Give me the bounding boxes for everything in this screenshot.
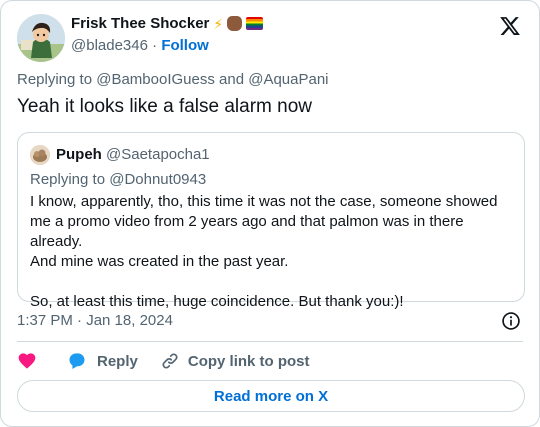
copy-link-label: Copy link to post — [187, 352, 310, 370]
copy-link-button[interactable]: Copy link to post — [160, 351, 310, 371]
quoted-handle: @Saetapocha1 — [106, 146, 210, 163]
read-more-button[interactable]: Read more on X — [17, 380, 525, 412]
heart-icon[interactable] — [17, 351, 37, 371]
reply-bubble-icon — [69, 353, 85, 369]
author-avatar-image — [17, 14, 65, 62]
quoted-author-avatar — [30, 145, 50, 165]
quoted-name-row: Pupeh @Saetapocha1 — [56, 146, 210, 163]
replying-to-user-1[interactable]: @BambooIGuess — [96, 71, 215, 88]
quoted-avatar-image — [30, 145, 50, 165]
x-logo-icon[interactable] — [499, 15, 521, 37]
follow-link[interactable]: Follow — [161, 37, 209, 54]
quoted-text-line: And mine was created in the past year. — [30, 253, 289, 270]
quoted-post-text: I know, apparently, tho, this time it wa… — [30, 192, 518, 312]
author-avatar[interactable] — [17, 14, 65, 62]
action-bar: Reply Copy link to post — [17, 350, 310, 372]
replying-to-prefix: Replying to — [17, 71, 93, 88]
post-timestamp[interactable]: 1:37 PM · Jan 18, 2024 — [17, 312, 173, 329]
quoted-text-line: I know, apparently, tho, this time it wa… — [30, 193, 498, 210]
author-display-name[interactable]: Frisk Thee Shocker — [71, 15, 209, 32]
quoted-replying-user: @Dohnut0943 — [109, 171, 207, 188]
reply-label: Reply — [97, 352, 138, 370]
reply-button[interactable]: Reply — [67, 351, 138, 371]
divider — [17, 341, 523, 342]
author-handle[interactable]: @blade346 — [71, 37, 148, 54]
quoted-text-line: So, at least this time, huge coincidence… — [30, 293, 404, 310]
quoted-post[interactable]: Pupeh @Saetapocha1 Replying to @Dohnut09… — [17, 132, 525, 310]
rainbow-flag-icon — [246, 17, 264, 30]
lightning-icon: ⚡ — [213, 15, 224, 32]
embedded-post-card: Frisk Thee Shocker ⚡ @blade346 · Follow … — [0, 0, 540, 427]
quoted-replying-prefix: Replying to — [30, 171, 106, 188]
raised-fist-icon — [227, 16, 243, 31]
info-icon[interactable] — [501, 311, 521, 331]
author-handle-row: @blade346 · Follow — [71, 37, 209, 54]
author-name-row: Frisk Thee Shocker ⚡ — [71, 15, 264, 32]
quoted-display-name: Pupeh — [56, 146, 102, 163]
link-icon — [162, 353, 178, 369]
handle-separator: · — [152, 37, 158, 54]
replying-to-line: Replying to @BambooIGuess and @AquaPani — [17, 71, 329, 88]
replying-to-user-2[interactable]: @AquaPani — [248, 71, 328, 88]
quoted-replying-to-line: Replying to @Dohnut0943 — [30, 171, 206, 188]
quoted-text-line: me a promo video from 2 years ago and th… — [30, 213, 464, 250]
replying-to-and: and — [219, 71, 245, 88]
post-text: Yeah it looks like a false alarm now — [17, 96, 313, 117]
